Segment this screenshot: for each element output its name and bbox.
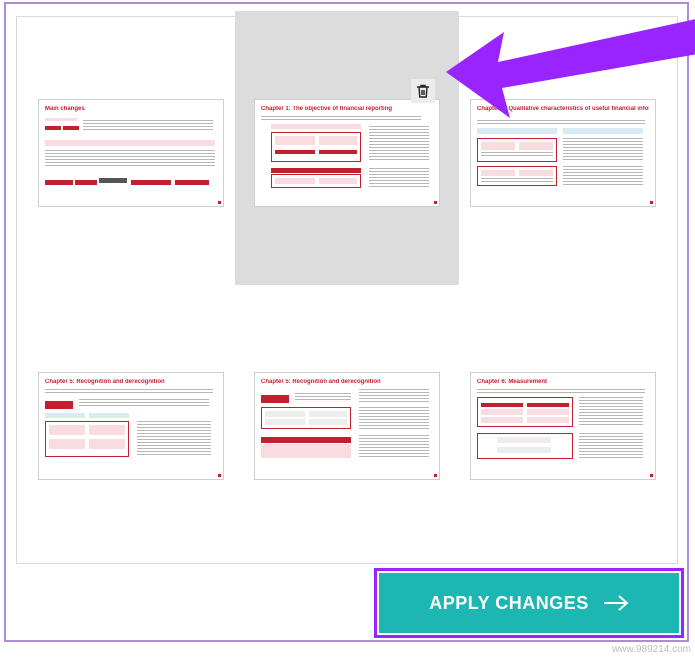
thumb-content: Chapter 6: Measurement <box>470 372 656 480</box>
page-thumbnails-panel: Main changes <box>16 16 678 564</box>
page-thumbnail[interactable]: Main changes <box>35 39 227 207</box>
thumb-content: Chapter 2: Qualitative characteristics o… <box>470 99 656 207</box>
trash-icon <box>416 83 430 99</box>
thumb-content: Chapter 5: Recognition and derecognition <box>254 372 440 480</box>
editor-frame: Main changes <box>4 2 689 642</box>
thumb-title: Chapter 6: Measurement <box>477 379 649 386</box>
page-thumbnail-selected[interactable]: Chapter 1: The objective of financial re… <box>251 39 443 207</box>
thumb-title: Chapter 5: Recognition and derecognition <box>261 379 433 386</box>
thumb-content: Main changes <box>38 99 224 207</box>
page-thumbnail[interactable]: Chapter 5: Recognition and derecognition <box>251 312 443 480</box>
apply-label: APPLY CHANGES <box>429 593 589 614</box>
watermark: www.989214.com <box>612 644 691 655</box>
arrow-right-icon <box>603 594 629 612</box>
page-thumbnail[interactable]: Chapter 5: Recognition and derecognition <box>35 312 227 480</box>
thumb-content: Chapter 5: Recognition and derecognition <box>38 372 224 480</box>
apply-changes-button[interactable]: APPLY CHANGES <box>379 573 679 633</box>
page-thumbnail[interactable]: Chapter 6: Measurement <box>467 312 659 480</box>
delete-page-button[interactable] <box>411 79 435 103</box>
thumb-title: Chapter 5: Recognition and derecognition <box>45 379 217 386</box>
thumb-title: Chapter 1: The objective of financial re… <box>261 106 433 113</box>
thumb-title: Chapter 2: Qualitative characteristics o… <box>477 106 649 113</box>
thumbnails-grid: Main changes <box>35 39 659 480</box>
thumb-content: Chapter 1: The objective of financial re… <box>254 99 440 207</box>
thumb-title: Main changes <box>45 106 217 113</box>
page-thumbnail[interactable]: Chapter 2: Qualitative characteristics o… <box>467 39 659 207</box>
